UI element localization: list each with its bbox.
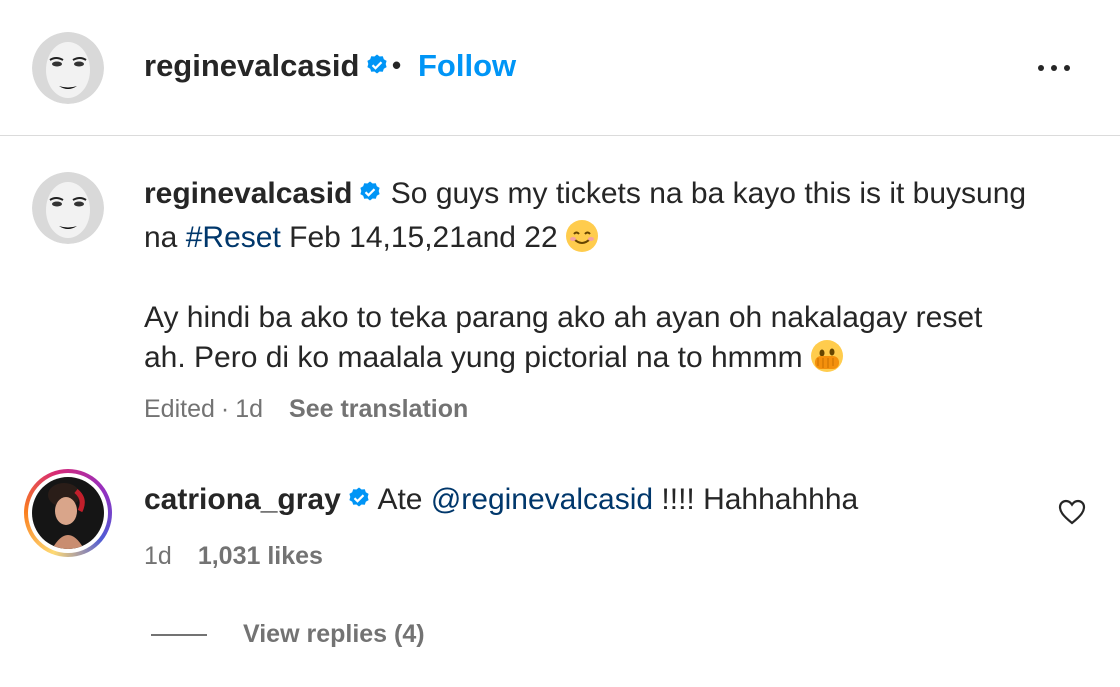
likes-count[interactable]: 1,031 likes <box>198 542 323 570</box>
post-time[interactable]: 1d <box>235 395 263 423</box>
see-translation-button[interactable]: See translation <box>289 395 468 423</box>
meta-separator: · <box>220 395 230 423</box>
comment-line: catriona_gray Ate @reginevalcasid !!!! H… <box>144 478 858 522</box>
comment-text: Ate <box>377 483 431 516</box>
caption-line: ah. Pero di ko maalala yung pictorial na… <box>144 336 845 380</box>
comment-username[interactable]: catriona_gray <box>144 483 341 516</box>
verified-badge-icon <box>360 181 381 201</box>
caption-meta: Edited · 1d See translation <box>144 395 468 424</box>
separator-dot: • <box>392 50 402 80</box>
view-replies-button[interactable]: View replies (4) <box>243 620 425 649</box>
hashtag-link[interactable]: #Reset <box>186 221 281 254</box>
caption-line: Ay hindi ba ako to teka parang ako ah ay… <box>144 301 983 334</box>
avatar[interactable] <box>32 477 104 549</box>
face-with-peeking-eye-emoji <box>810 340 843 373</box>
avatar[interactable] <box>32 172 104 244</box>
verified-badge-icon <box>349 487 369 507</box>
caption-text: Feb 14,15,21and 22 <box>280 221 558 254</box>
mention-link[interactable]: @reginevalcasid <box>431 483 653 516</box>
comment-time[interactable]: 1d <box>144 542 172 570</box>
more-options-icon[interactable] <box>1034 62 1074 74</box>
comment-text: !!!! Hahhahhha <box>653 483 859 516</box>
heart-icon[interactable] <box>1058 499 1086 525</box>
caption-line: reginevalcasid So guys my tickets na ba … <box>144 172 1026 216</box>
post-header: reginevalcasid • Follow <box>0 0 1120 136</box>
follow-button[interactable]: Follow <box>418 48 516 84</box>
avatar[interactable] <box>32 32 104 104</box>
smiling-face-emoji <box>565 220 598 253</box>
caption-username[interactable]: reginevalcasid <box>144 177 352 210</box>
edited-label: Edited <box>144 395 215 423</box>
caption-text: na <box>144 221 186 254</box>
verified-badge-icon <box>367 54 388 74</box>
replies-divider <box>151 634 207 636</box>
comment-meta: 1d 1,031 likes <box>144 542 323 571</box>
story-ring[interactable] <box>24 469 112 557</box>
caption-line: na #Reset Feb 14,15,21and 22 <box>144 216 600 260</box>
caption-text: So guys my tickets na ba kayo this is it… <box>390 177 1027 210</box>
username[interactable]: reginevalcasid <box>144 48 389 84</box>
caption-text: ah. Pero di ko maalala yung pictorial na… <box>144 341 803 374</box>
